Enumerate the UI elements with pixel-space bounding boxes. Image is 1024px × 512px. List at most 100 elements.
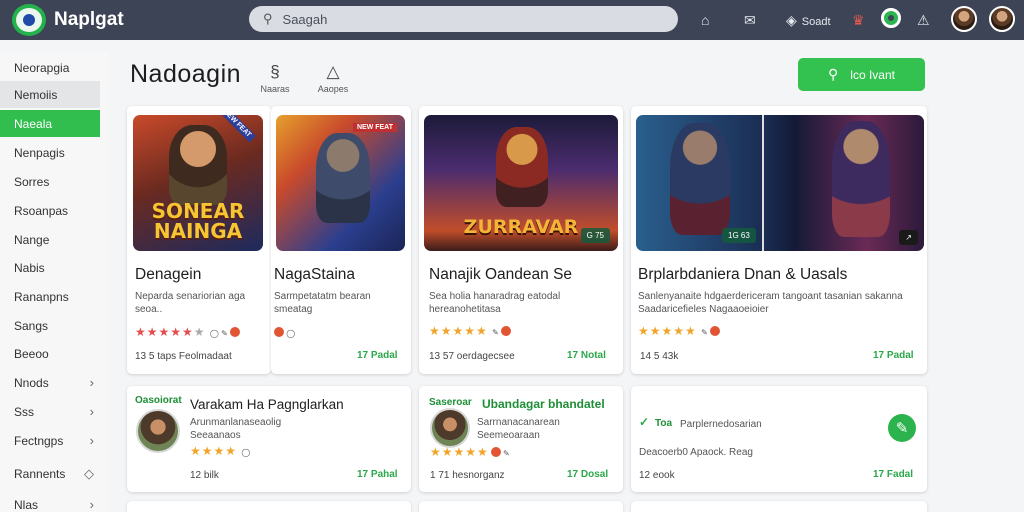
search-bar[interactable]: ⚲ (249, 6, 678, 32)
logo-mark (23, 14, 35, 26)
play-button[interactable]: 17 Padal (873, 350, 914, 361)
sidebar-item-active[interactable]: Naeala (0, 110, 100, 137)
game-meta: 12 bilk (190, 470, 219, 481)
play-button[interactable]: 17 Padal (357, 350, 398, 361)
character-art (316, 133, 370, 223)
rating-stars: ★★★★★ ✎ (638, 324, 720, 338)
sidebar-item-label: Nlas (14, 497, 39, 512)
sidebar-item[interactable]: Nemoiis (0, 81, 100, 108)
rating-stars: ★★★★★ ✎ (430, 445, 510, 459)
game-description: Arunmanlanaseaolig Seeaanaos (190, 417, 282, 441)
game-description: Sarrnanacanarean Seemeoaraan (477, 417, 560, 441)
game-meta: 1 71 hesnorganz (430, 470, 505, 481)
sidebar-item[interactable]: Nabis (0, 254, 100, 281)
sidebar-item-label: Nabis (14, 260, 45, 275)
game-thumbnail[interactable]: NEW FEAT (276, 115, 405, 251)
game-avatar (430, 408, 470, 448)
character-art (169, 125, 227, 205)
version-badge: G 75 (580, 228, 610, 243)
list-card[interactable] (631, 501, 927, 512)
tool-button-2[interactable]: △ Aaopes (308, 62, 358, 94)
game-meta: 12 eook (639, 470, 675, 481)
card-category: Toa (655, 418, 673, 429)
search-icon: ⚲ (263, 11, 273, 26)
user-avatar-2[interactable] (989, 6, 1015, 32)
sidebar-item[interactable]: Neorapgia (0, 54, 100, 81)
sidebar-item[interactable]: Fectngps › (0, 427, 100, 454)
list-card[interactable] (127, 501, 411, 512)
divider (762, 115, 764, 251)
sidebar-item-label: Beeoo (14, 346, 49, 361)
game-description: Sanlenyanaite hdgaerdericeram tangoant t… (638, 291, 903, 315)
game-avatar (136, 409, 180, 453)
app-name: Naplgat (54, 9, 124, 30)
check-icon: ✓ (639, 415, 650, 429)
sidebar-item-label: Nnods (14, 375, 49, 390)
tag-label: Soadt (801, 16, 831, 28)
notification-badge[interactable] (881, 8, 901, 28)
version-badge: 1G 63 (722, 228, 756, 243)
sidebar-item-label: Nemoiis (14, 87, 58, 102)
sidebar-item[interactable]: Sangs (0, 312, 100, 339)
sidebar-item-label: Neorapgia (14, 60, 70, 75)
message-icon[interactable]: ✉ (744, 9, 756, 31)
game-title[interactable]: NagaStaina (274, 266, 355, 284)
edit-icon[interactable]: ✎ (888, 414, 916, 442)
play-button[interactable]: 17 Pahal (357, 469, 398, 480)
expand-icon[interactable]: ↗ (899, 230, 918, 245)
game-description: Neparda senariorian aga seoa.. (135, 291, 246, 315)
sidebar-item-label: Rsoanpas (14, 203, 69, 218)
game-description: Sarmpetatatm bearan smeatag (274, 291, 371, 315)
play-button[interactable]: 17 Notal (567, 350, 606, 361)
sidebar-item[interactable]: Nenpagis (0, 139, 100, 166)
chevron-right-icon: › (89, 497, 94, 512)
app-logo[interactable] (12, 4, 46, 36)
diamond-icon: ◇ (84, 465, 94, 481)
game-title[interactable]: Varakam Ha Pagnglarkan (190, 397, 344, 412)
play-button[interactable]: 17 Dosal (567, 469, 608, 480)
tool-label: Aaopes (317, 84, 349, 94)
game-thumbnail[interactable]: NEW FEAT SONEAR NAINGA (133, 115, 263, 251)
sidebar-item[interactable]: Nnods › (0, 369, 100, 396)
tool-label: Naaras (260, 84, 290, 94)
game-title[interactable]: Parplernedosarian (680, 418, 800, 431)
rating-stars: ★★★★★ ✎ (429, 324, 511, 338)
sidebar-item[interactable]: Nlas › (0, 491, 100, 512)
user-avatar[interactable] (951, 6, 977, 32)
bell-icon[interactable]: ⚠ (917, 9, 930, 31)
sidebar-item-label: Sorres (14, 174, 50, 189)
sidebar-item-label: Naeala (14, 116, 53, 131)
sidebar-item-label: Sss (14, 404, 35, 419)
rating-stars: ◯ (274, 325, 295, 339)
game-logo-text: SONEAR NAINGA (151, 199, 245, 243)
game-title[interactable]: Brplarbdaniera Dnan & Uasals (638, 266, 847, 284)
ribbon-tag: NEW FEAT (218, 115, 256, 143)
card-category: Saseroar (429, 397, 472, 408)
game-title[interactable]: Nanajik Oandean Se (429, 266, 572, 284)
trophy-icon[interactable]: ♛ (852, 9, 865, 31)
list-card[interactable] (419, 501, 623, 512)
sidebar-item[interactable]: Rananpns (0, 283, 100, 310)
search-icon: ⚲ (828, 66, 839, 82)
sidebar-item[interactable]: Sss › (0, 398, 100, 425)
game-title[interactable]: Denagein (135, 266, 201, 284)
sidebar-item[interactable]: Sorres (0, 168, 100, 195)
game-thumbnail[interactable]: ZURRAVAR G 75 (424, 115, 618, 251)
play-button[interactable]: 17 Fadal (873, 469, 913, 480)
s-glyph-icon: § (270, 62, 280, 81)
page-title: Nadoagin (130, 60, 242, 88)
sidebar-item-label: Nenpagis (14, 145, 65, 160)
game-description: Deacoerb0 Apaock. Reag (639, 447, 753, 458)
sidebar-item[interactable]: Rsoanpas (0, 197, 100, 224)
search-action-button[interactable]: ⚲ lco Ivant (798, 58, 925, 91)
search-input[interactable] (282, 11, 643, 27)
tool-button-1[interactable]: § Naaras (250, 62, 300, 94)
game-title[interactable]: Ubandagar bhandatel (482, 397, 605, 411)
tag-icon[interactable]: ◈ Soadt (786, 9, 831, 33)
house-icon[interactable]: ⌂ (701, 9, 709, 31)
game-meta: 14 5 43k (640, 351, 679, 362)
sidebar-item[interactable]: Nange (0, 226, 100, 253)
sidebar-item[interactable]: Beeoo (0, 340, 100, 367)
game-thumbnail[interactable]: 1G 63 ↗ (636, 115, 924, 251)
sidebar-item[interactable]: Rannents ◇ (0, 460, 100, 487)
